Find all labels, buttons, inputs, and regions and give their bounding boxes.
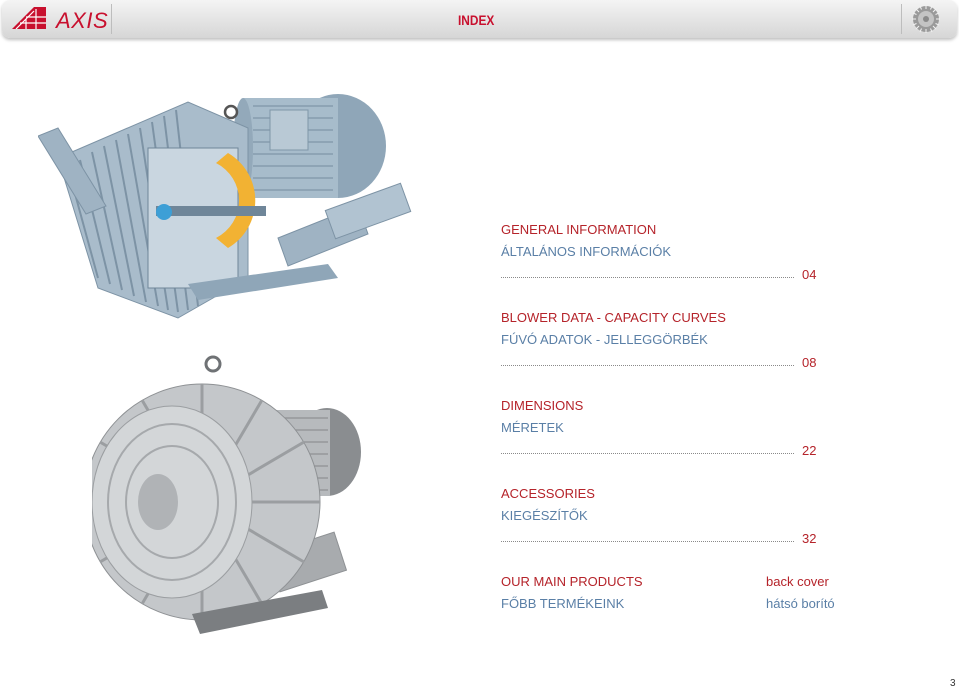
page-title: INDEX: [458, 12, 495, 28]
header-bar: AXIS INDEX: [2, 0, 957, 38]
gear-icon: [912, 5, 940, 33]
toc-title-en: GENERAL INFORMATION: [501, 222, 657, 237]
dot-leader: [501, 365, 794, 366]
toc-entry-blower-data[interactable]: BLOWER DATA - CAPACITY CURVES FÚVÓ ADATO…: [501, 310, 821, 370]
page-ref-en: back cover: [766, 574, 829, 589]
dot-leader: [501, 277, 794, 278]
toc-title-en: BLOWER DATA - CAPACITY CURVES: [501, 310, 726, 325]
toc-title-en: DIMENSIONS: [501, 398, 584, 413]
toc-page-number: 04: [802, 267, 817, 282]
toc-entry-accessories[interactable]: ACCESSORIES KIEGÉSZÍTŐK 32: [501, 486, 821, 546]
axis-logo-icon: [12, 7, 46, 29]
page-number: 3: [950, 678, 956, 689]
toc-title-en: ACCESSORIES: [501, 486, 595, 501]
toc-page-number: 08: [802, 355, 817, 370]
toc-page-number: 22: [802, 443, 817, 458]
axis-logo[interactable]: AXIS: [12, 6, 108, 33]
dot-leader: [501, 453, 794, 454]
toc-title-hu: FÚVÓ ADATOK - JELLEGGÖRBÉK: [501, 332, 708, 347]
blower-assembled-illustration: [92, 355, 361, 634]
toc-entry-general-information[interactable]: GENERAL INFORMATION ÁLTALÁNOS INFORMÁCIÓ…: [501, 222, 821, 282]
toc-entry-dimensions[interactable]: DIMENSIONS MÉRETEK 22: [501, 398, 821, 458]
toc-title-hu: ÁLTALÁNOS INFORMÁCIÓK: [501, 244, 671, 259]
blower-cutaway-illustration: [38, 94, 412, 319]
header-divider: [111, 4, 112, 34]
toc-page-number: 32: [802, 531, 817, 546]
page-ref-hu: hátsó borító: [766, 596, 835, 611]
toc-title-hu: KIEGÉSZÍTŐK: [501, 508, 588, 523]
dot-leader: [501, 541, 794, 542]
header-divider: [901, 4, 902, 34]
main-products-page-ref[interactable]: back cover hátsó borító: [766, 574, 835, 612]
toc-title-hu: MÉRETEK: [501, 420, 564, 435]
logo-text: AXIS: [56, 8, 109, 33]
